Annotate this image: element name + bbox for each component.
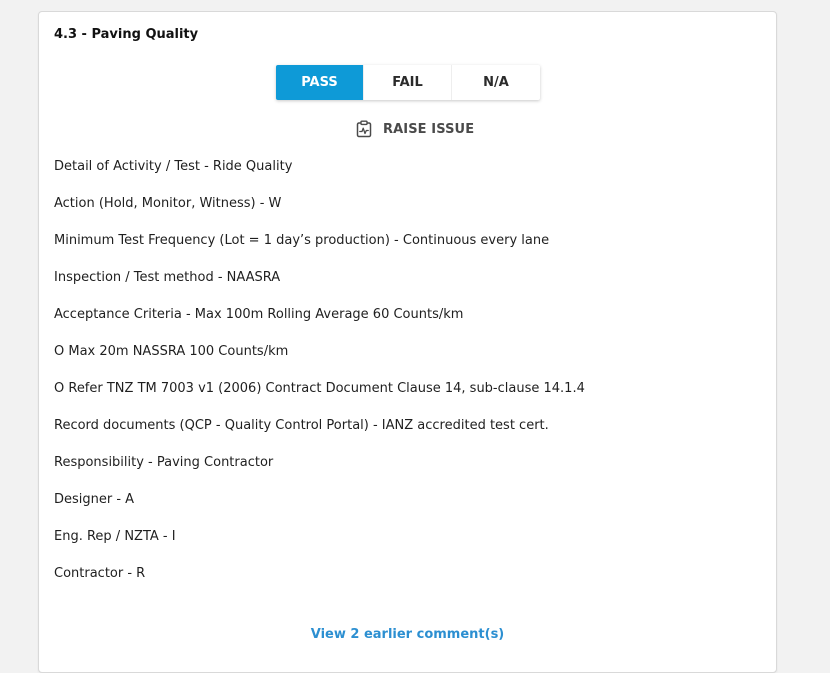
detail-line: Acceptance Criteria - Max 100m Rolling A…: [54, 307, 464, 322]
item-details: Detail of Activity / Test - Ride Quality…: [54, 157, 754, 601]
raise-issue-button[interactable]: RAISE ISSUE: [355, 119, 474, 139]
detail-line: Contractor - R: [54, 566, 146, 581]
detail-line: O Refer TNZ TM 7003 v1 (2006) Contract D…: [54, 381, 585, 396]
pass-button[interactable]: PASS: [276, 65, 364, 100]
detail-line: Record documents (QCP - Quality Control …: [54, 418, 549, 433]
view-earlier-comments-link[interactable]: View 2 earlier comment(s): [39, 627, 776, 642]
detail-line: O Max 20m NASSRA 100 Counts/km: [54, 344, 289, 359]
raise-issue-label: RAISE ISSUE: [383, 121, 475, 137]
detail-line: Responsibility - Paving Contractor: [54, 455, 274, 470]
result-toggle-group: PASS FAIL N/A: [276, 65, 540, 100]
fail-button[interactable]: FAIL: [364, 65, 452, 100]
detail-line: Detail of Activity / Test - Ride Quality: [54, 159, 293, 174]
detail-line: Inspection / Test method - NAASRA: [54, 270, 281, 285]
clipboard-chart-icon: [355, 120, 373, 138]
section-title: 4.3 - Paving Quality: [54, 27, 199, 42]
inspection-item-card: 4.3 - Paving Quality PASS FAIL N/A RAISE…: [38, 11, 777, 673]
na-button[interactable]: N/A: [452, 65, 540, 100]
detail-line: Designer - A: [54, 492, 135, 507]
detail-line: Minimum Test Frequency (Lot = 1 day’s pr…: [54, 233, 550, 248]
detail-line: Action (Hold, Monitor, Witness) - W: [54, 196, 282, 211]
detail-line: Eng. Rep / NZTA - I: [54, 529, 176, 544]
